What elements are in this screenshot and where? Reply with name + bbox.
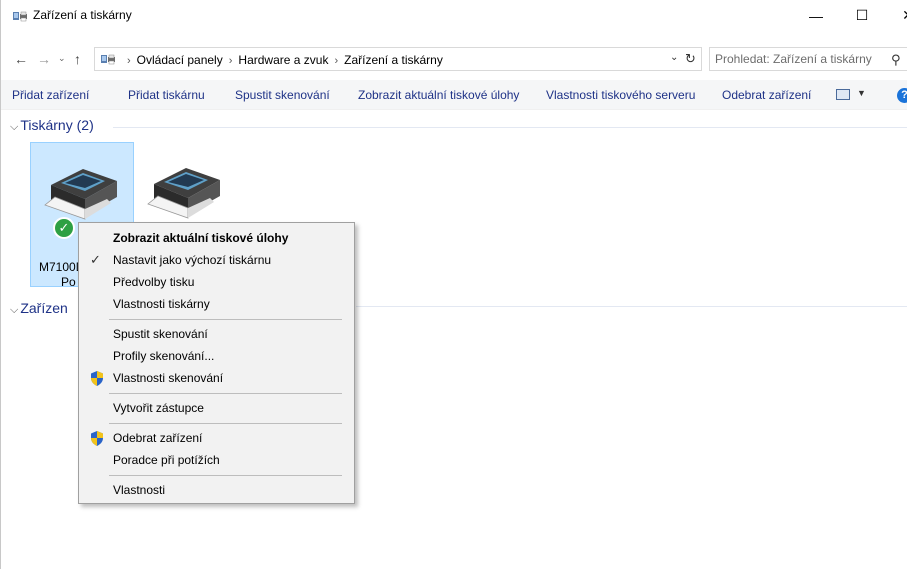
window-title: Zařízení a tiskárny (33, 8, 132, 22)
menu-item-label: Spustit skenování (113, 327, 208, 341)
devices-and-printers-window: Zařízení a tiskárny — ☐ ✕ ← → ⌄ ↑ › Ovlád… (0, 0, 907, 569)
menu-item-set-default-printer[interactable]: ✓ Nastavit jako výchozí tiskárnu (79, 249, 354, 271)
menu-item-troubleshoot[interactable]: Poradce při potížích (79, 449, 354, 471)
search-icon[interactable]: ⚲ (891, 52, 901, 68)
menu-item-label: Nastavit jako výchozí tiskárnu (113, 253, 272, 267)
uac-shield-icon (91, 371, 103, 386)
address-dropdown-icon[interactable]: ⌄ (670, 52, 678, 63)
breadcrumb-separator[interactable]: › (127, 55, 131, 67)
collapse-chevron-icon: ⌵ (10, 304, 19, 316)
menu-item-printer-properties[interactable]: Vlastnosti tiskárny (79, 293, 354, 315)
menu-separator (109, 319, 342, 320)
refresh-icon[interactable]: ↻ (685, 51, 696, 67)
group-printers-label: Tiskárny (20, 117, 73, 133)
close-button[interactable]: ✕ (885, 0, 907, 31)
menu-item-label: Zobrazit aktuální tiskové úlohy (113, 231, 289, 245)
group-header-printers[interactable]: ⌵ Tiskárny (2) (10, 117, 94, 134)
printer-icon (147, 168, 220, 219)
see-print-jobs-button[interactable]: Zobrazit aktuální tiskové úlohy (358, 88, 519, 102)
default-printer-check-icon: ✓ (53, 217, 75, 239)
menu-item-create-shortcut[interactable]: Vytvořit zástupce (79, 397, 354, 419)
printer-icon (44, 169, 117, 220)
recent-locations-button[interactable]: ⌄ (58, 53, 66, 64)
print-server-properties-button[interactable]: Vlastnosti tiskového serveru (546, 88, 695, 102)
context-menu: Zobrazit aktuální tiskové úlohy ✓ Nastav… (78, 222, 355, 504)
up-button[interactable]: ↑ (74, 51, 81, 67)
view-options-dropdown-icon[interactable]: ▼ (857, 88, 866, 98)
devices-printers-location-icon (101, 54, 115, 65)
menu-item-see-print-jobs[interactable]: Zobrazit aktuální tiskové úlohy (79, 227, 354, 249)
menu-item-label: Vytvořit zástupce (113, 401, 204, 415)
minimize-button[interactable]: — (793, 0, 839, 31)
collapse-chevron-icon: ⌵ (10, 121, 19, 133)
group-printers-count: (2) (76, 117, 94, 133)
search-input[interactable] (715, 51, 885, 67)
forward-button[interactable]: → (37, 51, 51, 67)
menu-separator (109, 393, 342, 394)
start-scan-button[interactable]: Spustit skenování (235, 88, 330, 102)
menu-item-label: Profily skenování... (113, 349, 215, 363)
menu-item-properties[interactable]: Vlastnosti (79, 479, 354, 501)
device-label-line2: Po (61, 275, 76, 289)
menu-item-scan-properties[interactable]: Vlastnosti skenování (79, 367, 354, 389)
breadcrumb-separator[interactable]: › (334, 55, 338, 67)
menu-separator (109, 475, 342, 476)
address-bar[interactable]: › Ovládací panely › Hardware a zvuk › Zařízen… (94, 47, 702, 71)
address-row: ← → ⌄ ↑ › Ovládací panely › Hardware a zvuk… (1, 47, 907, 73)
uac-shield-icon (91, 431, 103, 446)
add-device-button[interactable]: Přidat zařízení (12, 88, 89, 102)
search-box: ⚲ (709, 47, 907, 71)
menu-item-label: Předvolby tisku (113, 275, 195, 289)
remove-device-button[interactable]: Odebrat zařízení (722, 88, 811, 102)
menu-item-remove-device[interactable]: Odebrat zařízení (79, 427, 354, 449)
group-divider (356, 306, 907, 307)
menu-item-scan-profiles[interactable]: Profily skenování... (79, 345, 354, 367)
menu-item-label: Odebrat zařízení (113, 431, 203, 445)
menu-item-label: Vlastnosti tiskárny (113, 297, 210, 311)
breadcrumb-control-panel[interactable]: Ovládací panely (137, 53, 223, 67)
maximize-button[interactable]: ☐ (839, 0, 885, 31)
breadcrumb-devices-and-printers[interactable]: Zařízení a tiskárny (344, 53, 443, 67)
breadcrumb-separator[interactable]: › (229, 55, 233, 67)
menu-item-printing-preferences[interactable]: Předvolby tisku (79, 271, 354, 293)
group-devices-label: Zařízen (20, 300, 68, 316)
breadcrumb-hardware-and-sound[interactable]: Hardware a zvuk (238, 53, 328, 67)
breadcrumb: › Ovládací panely › Hardware a zvuk › Zařízen… (121, 53, 443, 67)
check-icon: ✓ (90, 252, 101, 267)
command-bar: Přidat zařízení Přidat tiskárnu Spustit … (1, 80, 907, 110)
menu-item-label: Vlastnosti (113, 483, 166, 497)
add-printer-button[interactable]: Přidat tiskárnu (128, 88, 205, 102)
devices-printers-app-icon (13, 11, 27, 22)
help-icon[interactable]: ? (897, 88, 907, 103)
change-view-icon[interactable] (836, 89, 850, 100)
menu-item-start-scan[interactable]: Spustit skenování (79, 323, 354, 345)
back-button[interactable]: ← (14, 51, 28, 67)
menu-separator (109, 423, 342, 424)
menu-item-label: Vlastnosti skenování (113, 371, 224, 385)
menu-item-label: Poradce při potížích (113, 453, 220, 467)
title-bar: Zařízení a tiskárny — ☐ ✕ (1, 0, 907, 31)
group-divider (113, 127, 907, 128)
group-header-devices[interactable]: ⌵ Zařízen (10, 300, 68, 317)
